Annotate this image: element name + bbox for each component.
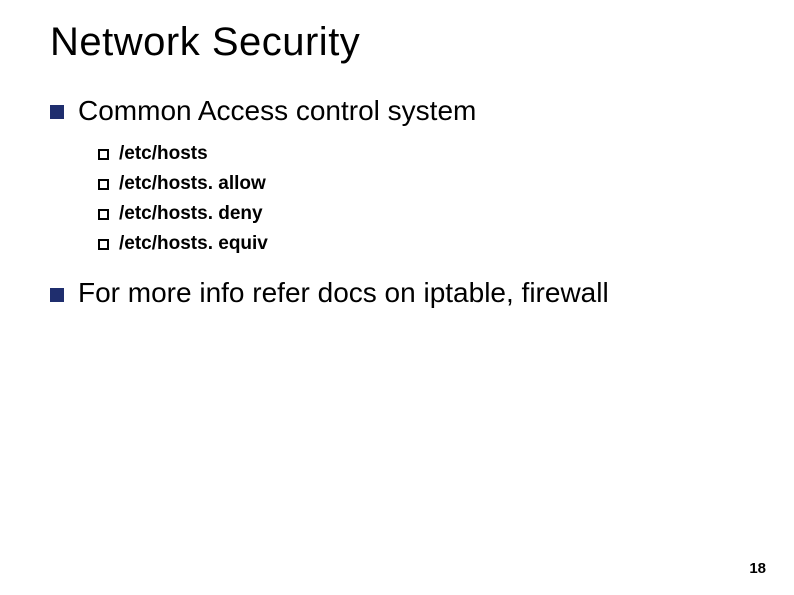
bullet-text-1: For more info refer docs on iptable, fir… [78, 275, 609, 311]
open-square-icon [98, 209, 109, 220]
square-bullet-icon [50, 105, 64, 119]
slide-title: Network Security [50, 20, 744, 65]
sub-text: /etc/hosts. equiv [119, 233, 268, 255]
sub-list-0: /etc/hosts /etc/hosts. allow /etc/hosts.… [98, 143, 744, 255]
sub-item: /etc/hosts. allow [98, 173, 744, 195]
sub-text: /etc/hosts [119, 143, 208, 165]
open-square-icon [98, 239, 109, 250]
page-number: 18 [749, 560, 766, 577]
square-bullet-icon [50, 288, 64, 302]
sub-item: /etc/hosts [98, 143, 744, 165]
bullet-text-0: Common Access control system [78, 93, 476, 129]
slide-content: Network Security Common Access control s… [0, 0, 794, 595]
sub-text: /etc/hosts. deny [119, 203, 263, 225]
open-square-icon [98, 179, 109, 190]
open-square-icon [98, 149, 109, 160]
sub-text: /etc/hosts. allow [119, 173, 266, 195]
sub-item: /etc/hosts. equiv [98, 233, 744, 255]
bullet-item-1: For more info refer docs on iptable, fir… [50, 275, 744, 311]
sub-item: /etc/hosts. deny [98, 203, 744, 225]
bullet-item-0: Common Access control system [50, 93, 744, 129]
